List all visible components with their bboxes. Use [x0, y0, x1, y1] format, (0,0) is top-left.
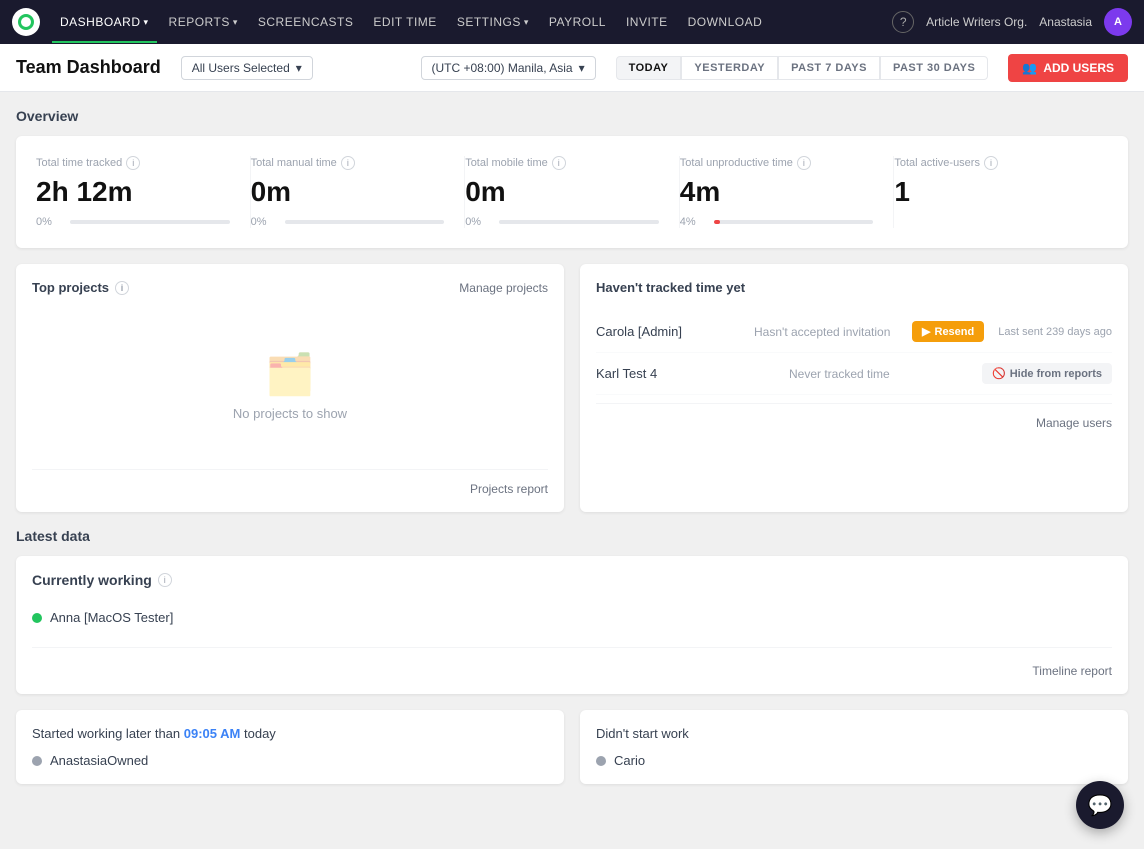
projects-report-link[interactable]: Projects report	[470, 482, 548, 496]
resend-icon: ▶	[922, 325, 930, 338]
tracked-user-name: Carola [Admin]	[596, 324, 746, 339]
info-icon[interactable]: i	[115, 281, 129, 295]
stat-total-time: Total time tracked i 2h 12m 0%	[36, 156, 251, 228]
stat-value-unproductive: 4m	[680, 176, 874, 208]
user-filter-dropdown[interactable]: All Users Selected ▾	[181, 56, 313, 80]
chevron-down-icon: ▾	[296, 61, 302, 75]
stat-unproductive-time: Total unproductive time i 4m 4%	[680, 156, 895, 228]
empty-projects-text: No projects to show	[233, 406, 347, 421]
tracked-user-status: Hasn't accepted invitation	[754, 325, 904, 339]
top-projects-title: Top projects	[32, 280, 109, 295]
date-nav: TODAY YESTERDAY PAST 7 DAYS PAST 30 DAYS	[616, 56, 989, 80]
org-name: Article Writers Org.	[926, 15, 1027, 29]
add-users-icon: 👥	[1022, 61, 1037, 75]
latest-data-section-title: Latest data	[16, 528, 1128, 544]
resend-button[interactable]: ▶ Resend	[912, 321, 984, 342]
last-sent-text: Last sent 239 days ago	[998, 326, 1112, 338]
tracked-user-name: Karl Test 4	[596, 366, 781, 381]
didnt-start-card: Didn't start work Cario	[580, 710, 1128, 784]
nav-dashboard[interactable]: DASHBOARD ▾	[52, 11, 157, 33]
app-logo[interactable]	[12, 8, 40, 36]
stat-active-users: Total active-users i 1	[894, 156, 1108, 228]
empty-projects-icon: 🗂️	[265, 351, 315, 398]
hide-from-reports-button[interactable]: 🚫 Hide from reports	[982, 363, 1112, 384]
main-content: Overview Total time tracked i 2h 12m 0%	[0, 92, 1144, 816]
stat-bar-mobile	[499, 220, 659, 224]
manage-users-link[interactable]: Manage users	[1036, 416, 1112, 430]
chevron-down-icon: ▾	[579, 61, 585, 75]
user-status-dot	[32, 756, 42, 766]
havent-tracked-title: Haven't tracked time yet	[596, 280, 745, 295]
overview-section-title: Overview	[16, 108, 1128, 124]
timezone-dropdown[interactable]: (UTC +08:00) Manila, Asia ▾	[421, 56, 596, 80]
start-time: 09:05 AM	[184, 726, 241, 741]
info-icon[interactable]: i	[797, 156, 811, 170]
nav-invite[interactable]: INVITE	[618, 11, 676, 33]
tracked-row: Carola [Admin] Hasn't accepted invitatio…	[596, 311, 1112, 353]
stat-value-manual: 0m	[251, 176, 445, 208]
nav-edit-time[interactable]: EDIT TIME	[365, 11, 444, 33]
info-icon[interactable]: i	[552, 156, 566, 170]
info-icon[interactable]: i	[126, 156, 140, 170]
stats-row: Total time tracked i 2h 12m 0% Total man…	[36, 156, 1108, 228]
tracked-user-status: Never tracked time	[789, 367, 974, 381]
user-name: Anastasia	[1039, 15, 1092, 29]
started-later-title: Started working later than 09:05 AM toda…	[32, 726, 548, 741]
stat-value-time: 2h 12m	[36, 176, 230, 208]
info-icon[interactable]: i	[341, 156, 355, 170]
nav-screencasts[interactable]: SCREENCASTS	[250, 11, 362, 33]
chevron-down-icon: ▾	[524, 17, 529, 28]
stat-value-active-users: 1	[894, 176, 1088, 208]
chevron-down-icon: ▾	[144, 17, 149, 28]
bottom-two-col: Started working later than 09:05 AM toda…	[16, 710, 1128, 784]
tracked-row: Karl Test 4 Never tracked time 🚫 Hide fr…	[596, 353, 1112, 395]
nav-reports[interactable]: REPORTS ▾	[161, 11, 246, 33]
sub-header: Team Dashboard All Users Selected ▾ (UTC…	[0, 44, 1144, 92]
currently-working-user-row: Anna [MacOS Tester]	[32, 604, 1112, 631]
chevron-down-icon: ▾	[233, 17, 238, 28]
help-icon[interactable]: ?	[892, 11, 914, 33]
past7days-btn[interactable]: PAST 7 DAYS	[778, 56, 880, 80]
nav-payroll[interactable]: PAYROLL	[541, 11, 614, 33]
latest-data-card: Currently working i Anna [MacOS Tester] …	[16, 556, 1128, 694]
hide-icon: 🚫	[992, 367, 1006, 380]
stat-bar-manual	[285, 220, 445, 224]
didnt-start-title: Didn't start work	[596, 726, 1112, 741]
past30days-btn[interactable]: PAST 30 DAYS	[880, 56, 988, 80]
nav-download[interactable]: DOWNLOAD	[680, 11, 771, 33]
page-title: Team Dashboard	[16, 57, 161, 78]
stat-bar-unproductive	[714, 220, 874, 224]
stat-value-mobile: 0m	[465, 176, 659, 208]
yesterday-btn[interactable]: YESTERDAY	[681, 56, 778, 80]
empty-state-projects: 🗂️ No projects to show	[32, 311, 548, 461]
user-status-dot	[596, 756, 606, 766]
active-status-dot	[32, 613, 42, 623]
chat-button[interactable]: 💬	[1076, 781, 1124, 829]
currently-working-user: Anna [MacOS Tester]	[50, 610, 173, 625]
stat-manual-time: Total manual time i 0m 0%	[251, 156, 466, 228]
stat-bar-time	[70, 220, 230, 224]
overview-card: Total time tracked i 2h 12m 0% Total man…	[16, 136, 1128, 248]
info-icon[interactable]: i	[158, 573, 172, 587]
timeline-report-link[interactable]: Timeline report	[32, 647, 1112, 678]
two-col-section: Top projects i Manage projects 🗂️ No pro…	[16, 264, 1128, 512]
nav-settings[interactable]: SETTINGS ▾	[449, 11, 537, 33]
chat-icon: 💬	[1088, 793, 1113, 818]
today-btn[interactable]: TODAY	[616, 56, 682, 80]
stat-mobile-time: Total mobile time i 0m 0%	[465, 156, 680, 228]
user-avatar[interactable]: A	[1104, 8, 1132, 36]
manage-projects-link[interactable]: Manage projects	[459, 281, 548, 295]
top-projects-card: Top projects i Manage projects 🗂️ No pro…	[16, 264, 564, 512]
didnt-start-user-row: Cario	[596, 753, 1112, 768]
started-later-user-row: AnastasiaOwned	[32, 753, 548, 768]
info-icon[interactable]: i	[984, 156, 998, 170]
top-nav: DASHBOARD ▾ REPORTS ▾ SCREENCASTS EDIT T…	[0, 0, 1144, 44]
havent-tracked-card: Haven't tracked time yet Carola [Admin] …	[580, 264, 1128, 512]
currently-working-title: Currently working	[32, 572, 152, 588]
started-later-card: Started working later than 09:05 AM toda…	[16, 710, 564, 784]
add-users-button[interactable]: 👥 ADD USERS	[1008, 54, 1128, 82]
